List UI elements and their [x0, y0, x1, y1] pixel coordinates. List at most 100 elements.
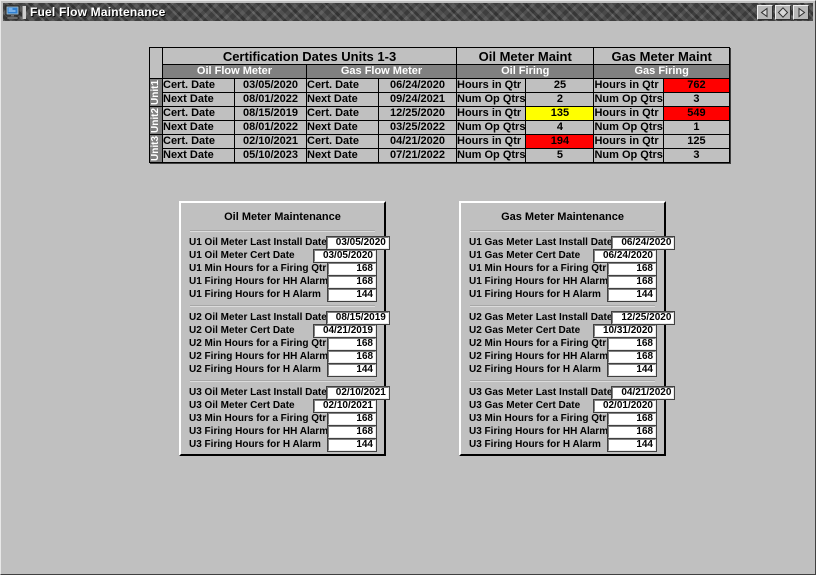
label-u3-firing-hours-for-hh-alarm: U3 Firing Hours for HH Alarm [189, 426, 329, 437]
unit-label-text: Unit2 [150, 108, 161, 133]
field-group: U2 Gas Meter Last Install Date U2 Gas Met… [461, 310, 676, 377]
cell-value-oil-firing-alert-yellow: 135 [525, 106, 595, 121]
input-u1-firing-hours-for-h-alarm[interactable] [607, 287, 657, 302]
table-row: Next Date 08/01/2022 Next Date 03/25/2022 Nu… [150, 120, 730, 135]
prev-record-button[interactable] [757, 4, 773, 20]
cell-value-gas-flow: 07/21/2022 [378, 148, 457, 163]
table-row: Unit3 Cert. Date 02/10/2021 Cert. Date 04/21… [149, 134, 730, 163]
unit-label-unit1: Unit1 [149, 78, 163, 107]
field-row: U3 Firing Hours for HH Alarm [469, 424, 658, 439]
table-row: Unit2 Cert. Date 08/15/2019 Cert. Date 12/25… [149, 106, 730, 135]
input-u1-gas-meter-last-install-date[interactable] [611, 235, 676, 250]
table-head: Certification Dates Units 1-3 Oil Meter … [149, 47, 730, 79]
field-row: U2 Firing Hours for HH Alarm [189, 349, 378, 364]
label-u1-oil-meter-cert-date: U1 Oil Meter Cert Date [189, 250, 295, 261]
label-u2-gas-meter-last-install-date: U2 Gas Meter Last Install Date [469, 312, 613, 323]
field-row: U2 Firing Hours for H Alarm [469, 362, 657, 377]
field-row: U1 Oil Meter Cert Date [189, 248, 377, 263]
cell-label-oil-flow: Next Date [162, 92, 235, 107]
field-row: U2 Firing Hours for H Alarm [189, 362, 377, 377]
cell-label-oil-flow: Next Date [162, 148, 235, 163]
field-row: U3 Min Hours for a Firing Qtr [469, 411, 657, 426]
input-u3-oil-meter-cert-date[interactable] [313, 398, 377, 413]
input-u2-min-hours-for-a-firing-qtr[interactable] [327, 336, 377, 351]
field-group: U1 Oil Meter Last Install Date U1 Oil Met… [181, 235, 390, 302]
input-u3-gas-meter-last-install-date[interactable] [611, 385, 676, 400]
next-record-button[interactable] [793, 4, 809, 20]
cell-label-oil-firing: Hours in Qtr [455, 106, 527, 121]
input-u2-firing-hours-for-h-alarm[interactable] [607, 362, 657, 377]
subheader-oil-firing: Oil Firing [455, 64, 595, 79]
input-u3-firing-hours-for-hh-alarm[interactable] [607, 424, 658, 439]
input-u1-gas-meter-cert-date[interactable] [593, 248, 657, 263]
cell-label-gas-firing: Hours in Qtr [593, 106, 664, 121]
window-title: Fuel Flow Maintenance [30, 5, 166, 19]
record-selector-button[interactable] [775, 4, 791, 20]
cell-label-oil-firing: Num Op Qtrs [455, 148, 527, 163]
label-u3-firing-hours-for-h-alarm: U3 Firing Hours for H Alarm [469, 439, 601, 450]
field-row: U2 Firing Hours for HH Alarm [469, 349, 658, 364]
cell-label-gas-firing: Num Op Qtrs [593, 92, 664, 107]
oil-panel-title: Oil Meter Maintenance [224, 211, 341, 223]
input-u3-min-hours-for-a-firing-qtr[interactable] [607, 411, 657, 426]
input-u3-oil-meter-last-install-date[interactable] [325, 385, 390, 400]
input-u1-min-hours-for-a-firing-qtr[interactable] [327, 261, 377, 276]
cell-label-oil-firing: Hours in Qtr [455, 134, 527, 149]
computer-monitor-icon [5, 5, 20, 19]
header-certification-dates: Certification Dates Units 1-3 [162, 47, 457, 65]
cell-value-gas-firing: 1 [662, 120, 730, 135]
input-u2-firing-hours-for-h-alarm[interactable] [327, 362, 377, 377]
cell-label-gas-firing: Num Op Qtrs [593, 148, 664, 163]
input-u2-gas-meter-last-install-date[interactable] [611, 310, 676, 325]
unit-label-unit3: Unit3 [149, 134, 163, 163]
input-u2-min-hours-for-a-firing-qtr[interactable] [607, 336, 657, 351]
table-corner-cell [149, 47, 163, 79]
input-u1-firing-hours-for-h-alarm[interactable] [327, 287, 377, 302]
field-row: U1 Firing Hours for HH Alarm [469, 274, 658, 289]
unit-label-unit2: Unit2 [149, 106, 163, 135]
input-u1-firing-hours-for-hh-alarm[interactable] [327, 274, 378, 289]
cell-value-gas-flow: 06/24/2020 [378, 78, 457, 93]
field-row: U2 Oil Meter Last Install Date [189, 310, 390, 325]
input-u3-firing-hours-for-h-alarm[interactable] [607, 437, 657, 452]
group-separator [470, 305, 655, 307]
field-row: U1 Firing Hours for HH Alarm [189, 274, 378, 289]
input-u3-firing-hours-for-h-alarm[interactable] [327, 437, 377, 452]
label-u3-min-hours-for-a-firing-qtr: U3 Min Hours for a Firing Qtr [469, 413, 607, 424]
input-u2-oil-meter-cert-date[interactable] [313, 323, 377, 338]
field-row: U1 Firing Hours for H Alarm [469, 287, 657, 302]
input-u2-gas-meter-cert-date[interactable] [593, 323, 657, 338]
table-body: Unit1 Cert. Date 03/05/2020 Cert. Date 06/24… [149, 78, 730, 163]
field-group: U3 Gas Meter Last Install Date U3 Gas Met… [461, 385, 676, 452]
group-separator [470, 380, 655, 382]
label-u2-min-hours-for-a-firing-qtr: U2 Min Hours for a Firing Qtr [469, 338, 607, 349]
cell-label-oil-firing: Hours in Qtr [455, 78, 527, 93]
input-u3-firing-hours-for-hh-alarm[interactable] [327, 424, 378, 439]
cell-value-oil-firing: 25 [525, 78, 595, 93]
gas-panel-title: Gas Meter Maintenance [501, 211, 624, 223]
unit-label-text: Unit1 [150, 80, 161, 105]
input-u2-oil-meter-last-install-date[interactable] [325, 310, 390, 325]
application-window: Fuel Flow Maintenance Certification Date… [0, 0, 816, 575]
input-u1-oil-meter-last-install-date[interactable] [325, 235, 390, 250]
header-gas-meter-maint: Gas Meter Maint [593, 47, 730, 65]
input-u1-firing-hours-for-hh-alarm[interactable] [607, 274, 658, 289]
cell-value-gas-firing-alert-red: 762 [662, 78, 730, 93]
field-row: U1 Min Hours for a Firing Qtr [469, 261, 657, 276]
subheader-gas-firing: Gas Firing [593, 64, 730, 79]
field-row: U3 Min Hours for a Firing Qtr [189, 411, 377, 426]
input-u1-oil-meter-cert-date[interactable] [313, 248, 377, 263]
input-u3-min-hours-for-a-firing-qtr[interactable] [327, 411, 377, 426]
cell-value-gas-firing: 3 [662, 148, 730, 163]
label-u1-oil-meter-last-install-date: U1 Oil Meter Last Install Date [189, 237, 327, 248]
input-u1-min-hours-for-a-firing-qtr[interactable] [607, 261, 657, 276]
input-u2-firing-hours-for-hh-alarm[interactable] [327, 349, 378, 364]
input-u3-gas-meter-cert-date[interactable] [593, 398, 657, 413]
input-u2-firing-hours-for-hh-alarm[interactable] [607, 349, 658, 364]
cell-label-oil-flow: Cert. Date [162, 78, 235, 93]
cell-label-oil-flow: Cert. Date [162, 106, 235, 121]
cell-label-gas-flow: Cert. Date [306, 78, 379, 93]
label-u2-oil-meter-last-install-date: U2 Oil Meter Last Install Date [189, 312, 327, 323]
subheader-oil-flow-meter: Oil Flow Meter [162, 64, 307, 79]
cell-value-gas-firing: 125 [662, 134, 730, 149]
